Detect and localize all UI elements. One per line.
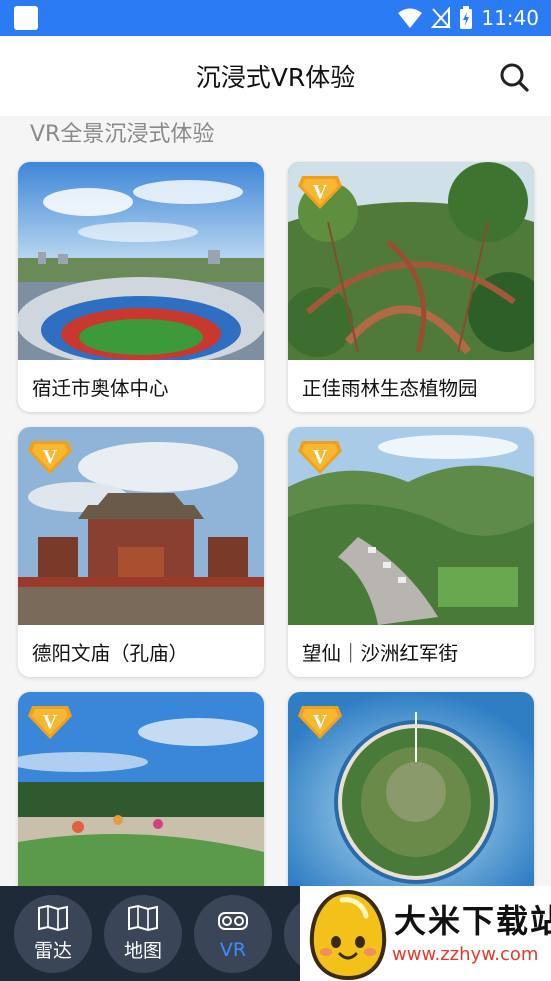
status-right: 11:40 <box>397 6 539 30</box>
svg-text:V: V <box>313 711 328 733</box>
rice-mascot-logo <box>309 889 387 980</box>
vip-badge-icon: V <box>28 706 72 739</box>
card-caption: 德阳文庙（孔庙） <box>32 642 189 665</box>
search-icon[interactable] <box>499 62 529 92</box>
wifi-icon <box>398 8 423 28</box>
nav-label: 地图 <box>123 940 162 962</box>
vr-goggles-icon <box>218 911 248 930</box>
nav-label: VR <box>219 938 247 961</box>
watermark-url: www.zzhyw.com <box>392 944 539 965</box>
svg-text:V: V <box>313 181 328 203</box>
no-signal-icon <box>431 7 452 29</box>
vr-card[interactable]: 宿迁市奥体中心 <box>18 162 264 412</box>
nav-label: 雷达 <box>33 940 72 962</box>
app-header: 沉浸式VR体验 <box>0 36 551 116</box>
vip-badge-icon: V <box>298 706 342 739</box>
status-time: 11:40 <box>481 6 539 30</box>
watermark: 大米下载站 www.zzhyw.com <box>300 886 551 981</box>
vr-card[interactable]: V 望仙｜沙洲红军街 <box>288 427 534 677</box>
status-bar: 11:40 <box>0 0 551 36</box>
card-caption: 望仙｜沙洲红军街 <box>302 642 459 665</box>
svg-text:V: V <box>43 446 58 468</box>
vr-card-grid: 宿迁市奥体中心 V 正佳雨林生态植物园 V 德阳文庙（孔庙） V 望仙｜沙洲红军… <box>18 162 534 942</box>
svg-text:V: V <box>43 711 58 733</box>
svg-text:V: V <box>313 446 328 468</box>
card-thumbnail <box>18 162 264 360</box>
vr-card[interactable]: V 正佳雨林生态植物园 <box>288 162 534 412</box>
watermark-title: 大米下载站 <box>394 902 551 940</box>
page-title: 沉浸式VR体验 <box>195 63 356 92</box>
nav-item-vr[interactable]: VR <box>194 894 272 973</box>
nav-item-map[interactable]: 地图 <box>104 894 182 973</box>
section-heading: VR全景沉浸式体验 <box>30 122 215 147</box>
battery-charging-icon <box>460 6 473 29</box>
app-notification-icon <box>14 6 38 30</box>
map-icon <box>128 904 158 932</box>
vip-badge-icon: V <box>28 441 72 474</box>
nav-item-radar[interactable]: 雷达 <box>14 894 92 973</box>
vr-card[interactable]: V 德阳文庙（孔庙） <box>18 427 264 677</box>
radar-map-icon <box>38 904 68 932</box>
card-caption: 宿迁市奥体中心 <box>32 377 169 400</box>
bottom-nav: 雷达 地图 VR 天 <box>0 886 305 981</box>
card-caption: 正佳雨林生态植物园 <box>302 377 478 400</box>
status-left <box>14 6 38 30</box>
vip-badge-icon: V <box>298 176 342 209</box>
vip-badge-icon: V <box>298 441 342 474</box>
